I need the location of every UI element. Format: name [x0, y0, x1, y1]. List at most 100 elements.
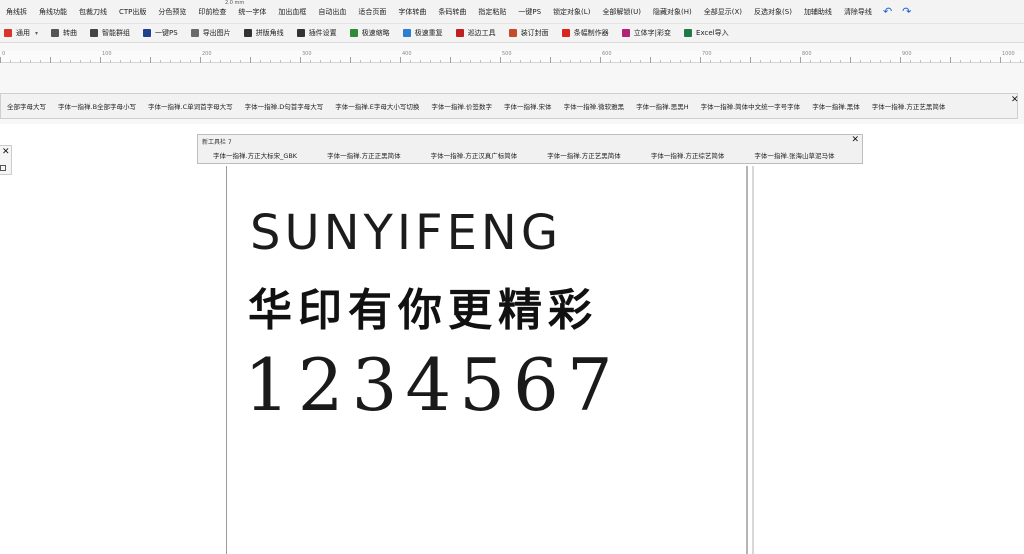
new-toolbar-button[interactable]: 字体一指禅.张海山草泥马体: [747, 150, 841, 160]
canvas-text-english[interactable]: SUNYIFENG: [250, 203, 562, 263]
menu-item[interactable]: 条码转曲: [432, 0, 472, 23]
ps-icon: [143, 29, 152, 37]
new-toolbar-button[interactable]: 字体一指禅.方正艺黑简体: [540, 150, 628, 160]
ruler-tick: [210, 60, 211, 63]
font-toolbar-button[interactable]: 全部字母大写: [1, 101, 52, 111]
ruler-tick: [360, 60, 361, 63]
ruler-label: 400: [402, 51, 412, 57]
ruler-tick: [890, 60, 891, 63]
ruler-tick: [1000, 57, 1001, 63]
side-panel-close-icon[interactable]: ✕: [2, 148, 10, 157]
ruler-tick: [10, 60, 11, 63]
red-arrow-icon: [4, 29, 12, 37]
toolbar-button[interactable]: 拼版角线: [243, 28, 284, 38]
toolbar-button-label: 插件设置: [308, 29, 337, 37]
menu-item[interactable]: 指定粘贴: [472, 0, 512, 23]
image-export-icon: [190, 29, 199, 37]
font-toolbar-button[interactable]: 字体一指禅.微软雅黑: [558, 101, 631, 111]
font-toolbar-button[interactable]: 字体一指禅.宋体: [498, 101, 558, 111]
toolbar-button-label: Excel导入: [696, 29, 729, 37]
ruler-tick: [20, 60, 21, 63]
undo-icon[interactable]: ↶: [878, 5, 897, 18]
ruler-label: 1000: [1002, 51, 1015, 57]
ruler-tick: [220, 60, 221, 63]
toolbar-button[interactable]: 一键PS: [143, 28, 178, 38]
font-toolbar-button[interactable]: 字体一指禅.C单词首字母大写: [142, 101, 239, 111]
new-toolbar-button[interactable]: 字体一指禅.方正汉真广标简体: [424, 150, 525, 160]
font-toolbar-button[interactable]: 字体一指禅.E字母大小写切换: [329, 101, 425, 111]
new-toolbar-button[interactable]: 字体一指禅.方正综艺简体: [644, 150, 732, 160]
toolbar-button[interactable]: 智能群组: [90, 28, 130, 38]
ruler-tick: [190, 60, 191, 63]
menu-item[interactable]: 加辅助线: [798, 0, 838, 23]
toolbar-button[interactable]: Excel导入: [684, 28, 729, 38]
toolbar-button[interactable]: 转曲: [51, 28, 77, 38]
chevron-down-icon[interactable]: ▾: [35, 30, 38, 37]
menu-item[interactable]: 反选对象(S): [748, 0, 798, 23]
ruler-tick: [140, 60, 141, 63]
font-toolbar-button[interactable]: 字体一指禅.黑体: [806, 101, 866, 111]
excel-icon: [684, 29, 693, 37]
menu-item[interactable]: 角线功能: [33, 0, 73, 23]
toolbar-button[interactable]: 巡边工具: [455, 28, 496, 38]
toolbar-button-label: 导出图片: [202, 29, 231, 37]
menu-item[interactable]: 清除导线: [838, 0, 878, 23]
menu-item[interactable]: 适合页面: [352, 0, 392, 23]
new-toolbar-button[interactable]: 字体一指禅.方正正黑简体: [320, 150, 408, 160]
toolbar-button[interactable]: 极速重复: [402, 28, 443, 38]
menu-item[interactable]: 分色预览: [152, 0, 192, 23]
ruler-label: 500: [502, 51, 512, 57]
ruler-tick: [410, 60, 411, 63]
font-toolbar-button[interactable]: 字体一指禅.B全部字母小写: [52, 101, 142, 111]
ruler-label: 0: [2, 51, 6, 57]
toolbar-button[interactable]: 通用 ▾: [4, 28, 38, 38]
corner-mark-icon: [243, 29, 252, 37]
menu-item[interactable]: 全部解锁(U): [596, 0, 647, 23]
ruler-tick: [710, 60, 711, 63]
new-toolbar-7: 新工具栏 7 ✕ 字体一指禅.方正大标宋_GBK 字体一指禅.方正正黑简体 字体一指…: [197, 134, 863, 164]
menu-item[interactable]: 字体转曲: [392, 0, 432, 23]
ruler-tick: [920, 60, 921, 63]
font-toolbar-button[interactable]: 字体一指禅.D句首字母大写: [239, 101, 330, 111]
ruler-label: 800: [802, 51, 812, 57]
horizontal-ruler[interactable]: 0 100 200 300 400 500 600 700 800 900 1000: [0, 51, 1024, 63]
menu-item[interactable]: 自动出血: [312, 0, 352, 23]
ruler-tick: [230, 60, 231, 63]
menu-item[interactable]: 隐藏对象(H): [647, 0, 698, 23]
font-toolbar-button[interactable]: 字体一指禅.简体中文统一字号字体: [695, 101, 807, 111]
menu-item[interactable]: 角线拆: [0, 0, 33, 23]
side-panel-window-icon[interactable]: [0, 165, 6, 171]
font-toolbar-button[interactable]: 字体一指禅.方正艺黑简体: [866, 101, 952, 111]
menu-item[interactable]: 锁定对象(L): [547, 0, 596, 23]
ruler-tick: [610, 60, 611, 63]
new-toolbar-button[interactable]: 字体一指禅.方正大标宋_GBK: [206, 150, 304, 160]
ruler-tick: [250, 57, 251, 63]
canvas-text-chinese[interactable]: 华印有你更精彩: [248, 283, 598, 339]
new-toolbar-close-icon[interactable]: ✕: [851, 136, 859, 145]
menu-item[interactable]: 一键PS: [512, 0, 547, 23]
ruler-tick: [550, 57, 551, 63]
toolbar-button[interactable]: 插件设置: [296, 28, 337, 38]
ruler-tick: [300, 57, 301, 63]
redo-icon[interactable]: ↷: [897, 5, 916, 18]
menu-item[interactable]: 包裁刀线: [73, 0, 113, 23]
ruler-tick: [830, 60, 831, 63]
font-toolbar-button[interactable]: 字体一指禅.价签数字: [425, 101, 498, 111]
toolbar-button[interactable]: 极速缩略: [349, 28, 390, 38]
toolbar-button-label: 一键PS: [155, 29, 178, 37]
toolbar-button[interactable]: 条幅制作器: [561, 28, 609, 38]
ruler-tick: [630, 60, 631, 63]
toolbar-button[interactable]: 装订封面: [508, 28, 549, 38]
toolbar-button-label: 立体字|彩变: [633, 29, 672, 37]
font-toolbar-button[interactable]: 字体一指禅.思黑H: [630, 101, 694, 111]
ruler-tick: [660, 60, 661, 63]
canvas-text-numbers[interactable]: 1234567: [244, 340, 621, 430]
toolbar-button[interactable]: 导出图片: [190, 28, 231, 38]
ruler-tick: [240, 60, 241, 63]
toolbar-button[interactable]: 立体字|彩变: [621, 28, 672, 38]
ruler-tick: [50, 57, 51, 63]
menu-item[interactable]: CTP出版: [113, 0, 152, 23]
font-toolbar-close-icon[interactable]: ✕: [1011, 96, 1019, 105]
ruler-tick: [430, 60, 431, 63]
menu-item[interactable]: 全部显示(X): [698, 0, 748, 23]
